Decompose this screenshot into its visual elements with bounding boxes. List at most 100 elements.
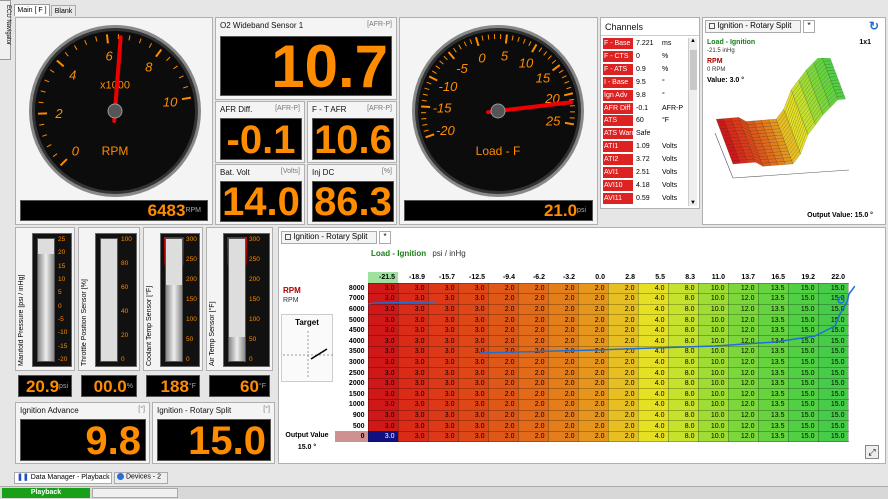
grid-cell[interactable]: 15.0 [787,420,819,432]
grid-cell[interactable]: 4.0 [637,430,669,443]
grid-cell[interactable]: 3.0 [427,324,459,337]
grid-cell[interactable]: 3.0 [427,293,459,305]
grid-cell[interactable]: 3.0 [397,409,429,422]
grid-cell[interactable]: 3.0 [367,430,399,443]
grid-cell[interactable]: 15.0 [787,293,819,305]
grid-cell[interactable]: 3.0 [457,335,489,348]
grid-cell[interactable]: 15.0 [787,324,819,337]
grid-cell[interactable]: 13.5 [757,367,789,379]
grid-cell[interactable]: 3.0 [397,303,429,316]
grid-cell[interactable]: 2.0 [487,409,519,422]
grid-cell[interactable]: 10.0 [697,324,729,337]
grid-cell[interactable]: 4.0 [637,356,669,369]
grid-cell[interactable]: 15.0 [787,409,819,422]
grid-cell[interactable]: 2.0 [487,303,519,316]
grid-cell[interactable]: 15.0 [787,282,819,295]
grid-cell[interactable]: 15.0 [787,314,819,326]
grid-cell[interactable]: 3.0 [367,420,399,432]
grid-cell[interactable]: 13.5 [757,293,789,305]
grid-cell[interactable]: 2.0 [547,282,579,295]
grid-cell[interactable]: 10.0 [697,356,729,369]
grid-cell[interactable]: 15.0 [817,346,849,358]
grid-cell[interactable]: 10.0 [697,282,729,295]
channel-row[interactable]: ATI2 3.72 Volts [603,154,688,166]
grid-col-header[interactable]: -12.5 [458,272,488,283]
grid-cell[interactable]: 8.0 [667,303,699,316]
grid-cell[interactable]: 3.0 [397,282,429,295]
grid-cell[interactable]: 15.0 [787,430,819,443]
grid-cell[interactable]: 3.0 [457,388,489,401]
grid-cell[interactable]: 2.0 [577,399,609,411]
grid-cell[interactable]: 3.0 [457,377,489,390]
grid-cell[interactable]: 3.0 [427,282,459,295]
grid-cell[interactable]: 10.0 [697,335,729,348]
grid-cell[interactable]: 3.0 [427,335,459,348]
grid-cell[interactable]: 2.0 [607,335,639,348]
grid-cell[interactable]: 2.0 [547,367,579,379]
grid-cell[interactable]: 2.0 [517,367,549,379]
grid-cell[interactable]: 3.0 [427,388,459,401]
grid-cell[interactable]: 15.0 [787,388,819,401]
grid-cell[interactable]: 3.0 [367,303,399,316]
scroll-thumb[interactable] [690,50,697,90]
grid-cell[interactable]: 3.0 [397,314,429,326]
grid-cell[interactable]: 3.0 [457,303,489,316]
grid-cell[interactable]: 15.0 [787,346,819,358]
grid-cell[interactable]: 15.0 [817,335,849,348]
grid-cell[interactable]: 3.0 [367,293,399,305]
grid-cell[interactable]: 2.0 [607,377,639,390]
grid-cell[interactable]: 15.0 [817,430,849,443]
grid-cell[interactable]: 3.0 [367,335,399,348]
grid-cell[interactable]: 2.0 [607,430,639,443]
grid-cell[interactable]: 12.0 [727,293,759,305]
grid-cell[interactable]: 8.0 [667,324,699,337]
grid-cell[interactable]: 15.0 [787,377,819,390]
refresh-icon[interactable]: ↻ [869,19,879,33]
grid-cell[interactable]: 12.0 [727,377,759,390]
grid-cell[interactable]: 15.0 [817,324,849,337]
grid-cell[interactable]: 2.0 [577,420,609,432]
grid-cell[interactable]: 8.0 [667,335,699,348]
grid-col-header[interactable]: 19.2 [788,272,818,283]
grid-cell[interactable]: 2.0 [487,314,519,326]
tab-data-manager[interactable]: ❚❚ Data Manager - Playback [14,472,112,484]
grid-cell[interactable]: 12.0 [727,303,759,316]
grid-cell[interactable]: 3.0 [367,388,399,401]
grid-cell[interactable]: 13.5 [757,335,789,348]
channel-row[interactable]: ATI1 1.09 Volts [603,141,688,153]
split-3d-tab[interactable]: Ignition - Rotary Split [705,20,801,33]
grid-cell[interactable]: 12.0 [727,335,759,348]
grid-cell[interactable]: 2.0 [547,409,579,422]
grid-cell[interactable]: 2.0 [487,346,519,358]
grid-cell[interactable]: 15.0 [787,335,819,348]
grid-cell[interactable]: 13.5 [757,409,789,422]
grid-cell[interactable]: 2.0 [577,367,609,379]
grid-cell[interactable]: 3.0 [457,324,489,337]
grid-cell[interactable]: 15.0 [817,388,849,401]
grid-cell[interactable]: 8.0 [667,367,699,379]
grid-cell[interactable]: 3.0 [457,282,489,295]
grid-row-header[interactable]: 2500 [335,367,368,379]
grid-cell[interactable]: 2.0 [607,356,639,369]
grid-cell[interactable]: 12.0 [727,430,759,443]
grid-cell[interactable]: 2.0 [607,346,639,358]
grid-cell[interactable]: 2.0 [607,420,639,432]
grid-cell[interactable]: 12.0 [727,346,759,358]
grid-cell[interactable]: 2.0 [577,335,609,348]
grid-cell[interactable]: 2.0 [517,293,549,305]
grid-cell[interactable]: 13.5 [757,399,789,411]
grid-cell[interactable]: 8.0 [667,420,699,432]
grid-cell[interactable]: 3.0 [427,356,459,369]
ign-table-tab-star[interactable]: * [379,231,391,244]
channel-row[interactable]: I - Base 9.5 ° [603,76,688,89]
grid-cell[interactable]: 4.0 [637,293,669,305]
grid-cell[interactable]: 4.0 [637,367,669,379]
grid-cell[interactable]: 2.0 [577,388,609,401]
grid-row-header[interactable]: 900 [335,410,368,421]
grid-col-header[interactable]: -9.4 [488,272,518,283]
grid-cell[interactable]: 3.0 [457,346,489,358]
grid-col-header[interactable]: 8.3 [668,272,698,283]
ecu-navigator-tab[interactable]: ECU Navigator [0,0,11,60]
grid-cell[interactable]: 15.0 [787,399,819,411]
grid-cell[interactable]: 15.0 [817,367,849,379]
